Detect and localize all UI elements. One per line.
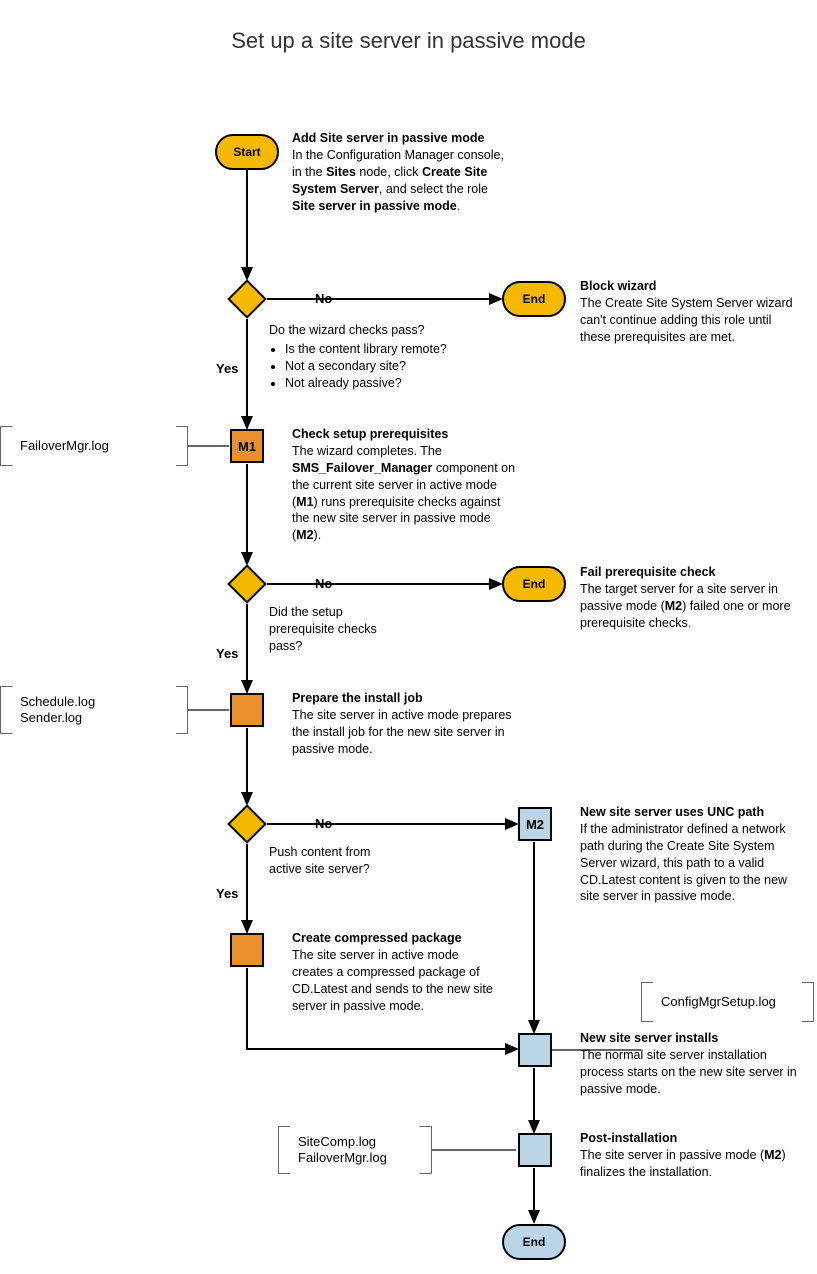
start-terminator: Start (215, 134, 279, 170)
m2-box: M2 (518, 807, 552, 841)
decision-push (227, 804, 267, 844)
block-wizard-text: Block wizard The Create Site System Serv… (580, 278, 800, 346)
prepare-box (230, 693, 264, 727)
no-label-2: No (315, 576, 332, 591)
flowchart-canvas: Start Add Site server in passive mode In… (0, 64, 817, 1274)
end-terminator-3: End (502, 1224, 566, 1260)
log-bracket-1a (0, 426, 12, 466)
start-label: Start (233, 145, 260, 159)
log-sitecomp: SiteComp.log (298, 1134, 376, 1149)
log-bracket-3a (641, 982, 653, 1022)
yes-label-2: Yes (216, 646, 238, 661)
no-label-1: No (315, 291, 332, 306)
decision-prereq (227, 564, 267, 604)
log-config: ConfigMgrSetup.log (661, 994, 776, 1009)
compressed-text: Create compressed package The site serve… (292, 930, 502, 1014)
unc-text: New site server uses UNC path If the adm… (580, 804, 805, 905)
decision-wizard-checks (227, 279, 267, 319)
prepare-text: Prepare the install job The site server … (292, 690, 512, 758)
end-terminator-1: End (502, 281, 566, 317)
m1-label: M1 (238, 439, 256, 454)
post-box (518, 1133, 552, 1167)
push-question: Push content from active site server? (269, 844, 399, 878)
no-label-3: No (315, 816, 332, 831)
log-bracket-4b (420, 1126, 432, 1174)
log-sender: Sender.log (20, 710, 82, 725)
log-bracket-1b (176, 426, 188, 466)
wizard-question: Do the wizard checks pass? Is the conten… (269, 322, 447, 392)
m1-box: M1 (230, 429, 264, 463)
page-title: Set up a site server in passive mode (0, 0, 817, 64)
yes-label-3: Yes (216, 886, 238, 901)
m2-label: M2 (526, 817, 544, 832)
end-terminator-2: End (502, 566, 566, 602)
installs-box (518, 1033, 552, 1067)
prereq-question: Did the setup prerequisite checks pass? (269, 604, 399, 655)
log-bracket-4a (278, 1126, 290, 1174)
log-failover: FailoverMgr.log (20, 438, 109, 453)
end-label-3: End (523, 1235, 546, 1249)
log-bracket-2a (0, 686, 12, 734)
log-failover2: FailoverMgr.log (298, 1150, 387, 1165)
installs-text: New site server installs The normal site… (580, 1030, 805, 1098)
log-bracket-3b (802, 982, 814, 1022)
end-label-1: End (523, 292, 546, 306)
log-bracket-2b (176, 686, 188, 734)
compressed-box (230, 933, 264, 967)
add-site-text: Add Site server in passive mode In the C… (292, 130, 512, 214)
fail-prereq-text: Fail prerequisite check The target serve… (580, 564, 800, 632)
yes-label-1: Yes (216, 361, 238, 376)
check-prereq-text: Check setup prerequisites The wizard com… (292, 426, 517, 544)
end-label-2: End (523, 577, 546, 591)
log-schedule: Schedule.log (20, 694, 95, 709)
post-text: Post-installation The site server in pas… (580, 1130, 805, 1181)
